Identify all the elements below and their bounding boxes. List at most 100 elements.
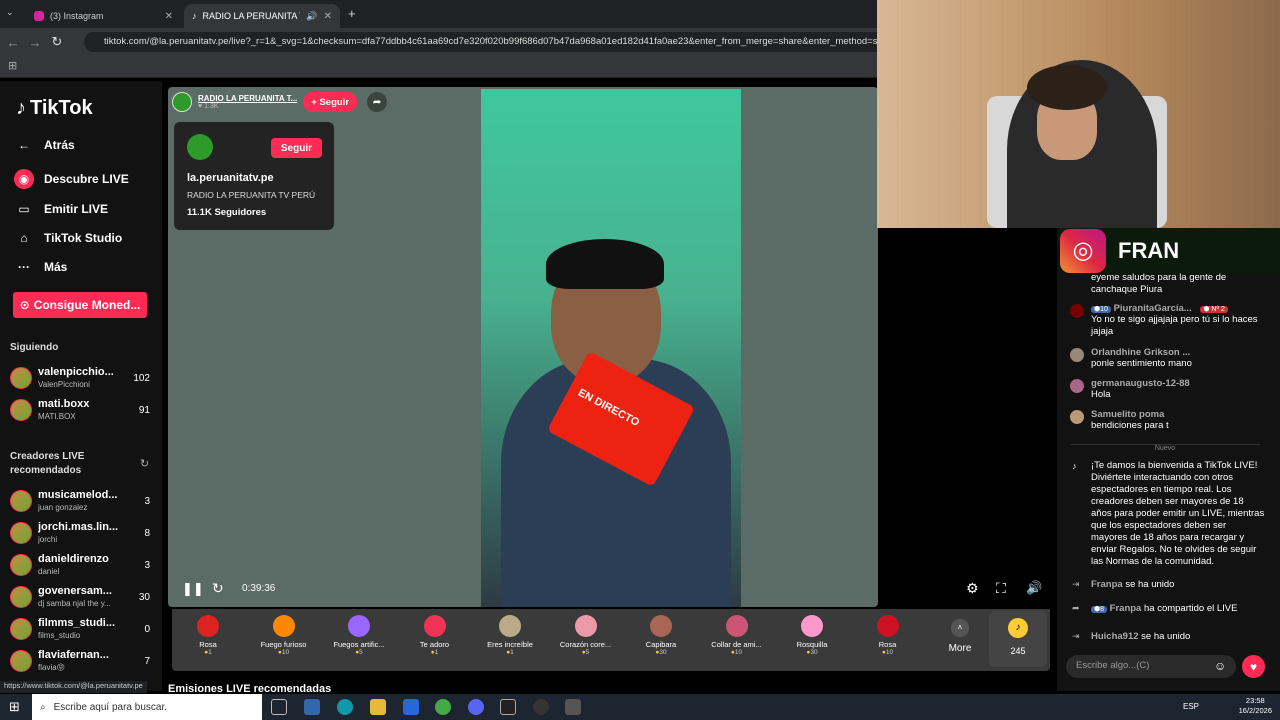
logo-text: TikTok <box>30 97 93 119</box>
nav-discover-live[interactable]: ◉ Descubre LIVE <box>14 169 129 189</box>
host-bar: RADIO LA PERUANITA T... ♥ 1.3K + Seguir … <box>172 92 388 112</box>
event-username[interactable]: Franpa <box>1110 603 1142 614</box>
price-value: 1 <box>208 649 212 656</box>
new-tab-button[interactable]: + <box>348 6 356 21</box>
chat-username[interactable]: Samuelito poma <box>1091 409 1265 420</box>
avatar[interactable] <box>1070 348 1084 362</box>
back-link[interactable]: ← Atrás <box>14 135 75 155</box>
card-username[interactable]: la.peruanitatv.pe <box>187 172 274 184</box>
refresh-icon[interactable]: ↻ <box>140 457 149 470</box>
chat-username[interactable]: PiuranitaGarcía... <box>1114 303 1192 314</box>
discord-icon[interactable] <box>468 699 484 715</box>
nav-label: Emitir LIVE <box>44 202 109 216</box>
host-avatar[interactable] <box>172 92 192 112</box>
gift-item[interactable]: Rosquilla ●30 <box>776 615 848 656</box>
avatar[interactable] <box>1070 379 1084 393</box>
avatar[interactable] <box>1070 304 1084 318</box>
recommended-account[interactable]: jorchi.mas.lin... jorchi 8 <box>10 520 152 548</box>
chrome-icon[interactable] <box>435 699 451 715</box>
emoji-icon[interactable]: ☺ <box>1214 659 1226 673</box>
recommended-account[interactable]: filmms_studi... films_studio 0 <box>10 616 152 644</box>
follow-button[interactable]: + Seguir <box>303 92 358 112</box>
volume-icon[interactable]: 🔊 <box>1026 580 1042 596</box>
gift-item[interactable]: Rosa ●10 <box>852 615 924 656</box>
gift-item[interactable]: Eres increíble ●1 <box>474 615 546 656</box>
app-icon[interactable] <box>565 699 581 715</box>
get-coins-button[interactable]: ⊙ Consigue Moned... <box>13 292 147 318</box>
capcut-icon[interactable] <box>500 699 516 715</box>
like-button[interactable]: ♥ <box>1242 655 1265 678</box>
welcome-text: ¡Te damos la bienvenida a TikTok LIVE! D… <box>1091 460 1265 567</box>
card-avatar[interactable] <box>187 134 213 160</box>
gift-item[interactable]: Capibara ●30 <box>625 615 697 656</box>
host-name[interactable]: RADIO LA PERUANITA T... <box>198 94 297 103</box>
nav-more[interactable]: ··· Más <box>14 257 67 277</box>
forward-icon[interactable]: → <box>24 35 46 50</box>
gift-item[interactable]: Corazón core... ●5 <box>550 615 622 656</box>
status-url: https://www.tiktok.com/@la.peruanitatv.p… <box>0 681 147 693</box>
recommended-account[interactable]: musicamelod... juan gonzalez 3 <box>10 488 152 516</box>
clock[interactable]: 23:58 16/2/2026 <box>1239 696 1272 716</box>
edge-icon[interactable] <box>337 699 353 715</box>
tab-instagram[interactable]: (3) Instagram ✕ <box>26 4 181 28</box>
avatar[interactable] <box>1070 410 1084 424</box>
speaker-icon[interactable]: 🔊 <box>306 11 317 22</box>
pause-icon[interactable]: ❚❚ <box>182 581 204 597</box>
viewer-count: 0 <box>144 624 150 635</box>
settings-icon[interactable]: ⚙ <box>966 580 979 597</box>
tab-tiktok[interactable]: ♪ RADIO LA PERUANITA TV P 🔊 ✕ <box>184 4 340 28</box>
mail-icon[interactable] <box>403 699 419 715</box>
more-gifts-button[interactable]: ˄ More <box>942 619 978 654</box>
following-account[interactable]: mati.boxx MATI.BOX 91 <box>10 397 152 425</box>
share-icon[interactable]: ➦ <box>367 92 388 112</box>
gift-item[interactable]: Te adoro ●1 <box>399 615 471 656</box>
gift-item[interactable]: Fuegos artific... ●5 <box>323 615 395 656</box>
tab-title: (3) Instagram <box>50 11 104 21</box>
nav-label: Descubre LIVE <box>44 172 129 186</box>
refresh-icon[interactable]: ↻ <box>212 580 224 597</box>
task-view-icon[interactable] <box>271 699 287 715</box>
divider-label: Nuevo <box>1154 445 1176 452</box>
gift-price: ●1 <box>172 649 244 656</box>
chat-input[interactable]: Escribe algo...(C) <box>1066 655 1236 678</box>
recommended-account[interactable]: govenersam... dj samba njal the y... 30 <box>10 584 152 612</box>
avatar <box>10 490 32 512</box>
price-value: 10 <box>885 649 894 656</box>
gift-item[interactable]: Collar de ami... ●10 <box>701 615 773 656</box>
event-username[interactable]: Franpa <box>1091 579 1123 590</box>
tiktok-icon: ♪ <box>16 97 26 119</box>
gift-price: ●10 <box>248 649 320 656</box>
apps-icon[interactable]: ⊞ <box>8 59 17 72</box>
event-username[interactable]: Huicha912 <box>1091 631 1139 642</box>
copilot-icon[interactable] <box>304 699 320 715</box>
recommended-account[interactable]: flaviafernan... flavia😝 7 <box>10 648 152 676</box>
reload-icon[interactable]: ↻ <box>46 34 68 50</box>
taskbar-search[interactable]: ⌕ Escribe aquí para buscar. <box>32 694 262 720</box>
tiktok-logo[interactable]: ♪ TikTok <box>16 97 93 120</box>
chat-username[interactable]: Orlandhine Grikson ... <box>1091 347 1265 358</box>
chat-text: bendiciones para t <box>1091 420 1169 431</box>
following-account[interactable]: valenpicchio... ValenPicchioni 102 <box>10 365 152 393</box>
close-icon[interactable]: ✕ <box>165 11 173 22</box>
close-icon[interactable]: ✕ <box>324 11 332 22</box>
windows-start-icon[interactable]: ⊞ <box>9 699 20 715</box>
coin-balance-button[interactable]: ♪ 245 <box>989 611 1047 667</box>
gift-item[interactable]: Fuego furioso ●10 <box>248 615 320 656</box>
language-indicator[interactable]: ESP <box>1183 702 1199 711</box>
gift-name: Rosquilla <box>796 640 828 649</box>
gift-item[interactable]: Rosa ●1 <box>172 615 244 656</box>
back-icon[interactable]: ← <box>2 35 24 50</box>
recommended-account[interactable]: danieldirenzo daniel 3 <box>10 552 152 580</box>
chat-text: Yo no te sigo ajjajaja pero tú si lo hac… <box>1091 314 1258 337</box>
card-follow-button[interactable]: Seguir <box>270 138 322 158</box>
chat-username[interactable]: germanaugusto-12-88 <box>1091 378 1265 389</box>
fullscreen-icon[interactable]: ⛶ <box>996 580 1006 597</box>
tab-list-icon[interactable]: ⌄ <box>6 7 14 18</box>
nav-emit-live[interactable]: ▭ Emitir LIVE <box>14 199 108 219</box>
obs-icon[interactable] <box>533 699 549 715</box>
file-explorer-icon[interactable] <box>370 699 386 715</box>
nav-tiktok-studio[interactable]: ⌂ TikTok Studio <box>14 228 122 248</box>
live-video[interactable]: EN DIRECTO <box>481 89 741 607</box>
chat-text: ponle sentimiento mano <box>1091 358 1192 369</box>
tiktok-sidebar: ♪ TikTok ← Atrás ◉ Descubre LIVE ▭ Emitir LI… <box>0 81 162 691</box>
